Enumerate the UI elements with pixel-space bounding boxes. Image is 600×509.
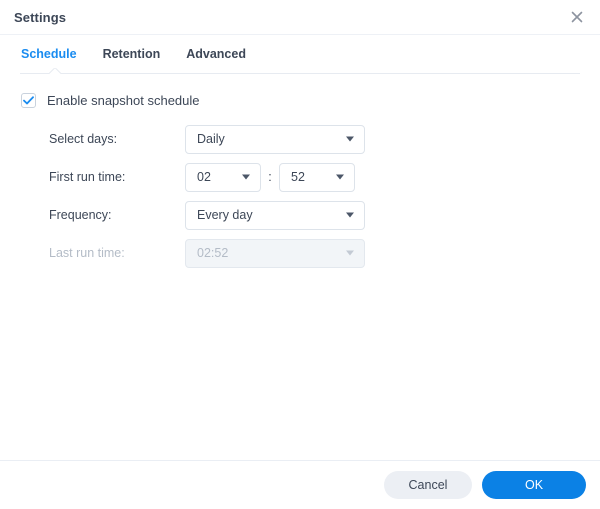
chevron-down-icon [242,174,250,180]
enable-snapshot-schedule-row[interactable]: Enable snapshot schedule [21,93,600,108]
frequency-dropdown[interactable]: Every day [185,200,365,230]
frequency-row: Frequency: Every day [49,200,600,230]
last-run-time-value: 02:52 [197,246,229,260]
dialog-footer: Cancel OK [0,460,600,509]
chevron-down-icon [336,174,344,180]
select-days-label: Select days: [49,132,118,146]
ok-button[interactable]: OK [482,471,586,499]
last-run-time-row: Last run time: 02:52 [49,238,600,268]
chevron-down-icon [346,212,354,218]
tab-bar: Schedule Retention Advanced [0,35,600,73]
first-run-hour-dropdown[interactable]: 02 [185,162,261,192]
first-run-time-label: First run time: [49,170,126,184]
first-run-minute-value: 52 [291,170,305,184]
dialog-title: Settings [14,9,67,25]
checkmark-icon [23,96,34,105]
tab-retention[interactable]: Retention [103,47,161,61]
frequency-value: Every day [197,208,253,222]
select-days-dropdown[interactable]: Daily [185,124,365,154]
tab-schedule[interactable]: Schedule [21,47,77,61]
select-days-row: Select days: Daily [49,124,600,154]
last-run-time-dropdown: 02:52 [185,238,365,268]
settings-dialog: Settings Schedule Retention Advanced Ena… [0,0,600,509]
frequency-label: Frequency: [49,208,112,222]
cancel-button[interactable]: Cancel [384,471,472,499]
first-run-time-row: First run time: 02 : 52 [49,162,600,192]
dialog-titlebar: Settings [0,0,600,35]
enable-snapshot-schedule-checkbox[interactable] [21,93,36,108]
enable-snapshot-schedule-label: Enable snapshot schedule [47,93,200,108]
time-separator: : [268,170,272,184]
select-days-value: Daily [197,132,225,146]
tab-advanced[interactable]: Advanced [186,47,246,61]
first-run-minute-dropdown[interactable]: 52 [279,162,355,192]
close-icon[interactable] [564,4,590,30]
schedule-form: Select days: Daily First run time: 02 : … [0,124,600,268]
chevron-down-icon [346,250,354,256]
last-run-time-label: Last run time: [49,246,125,260]
chevron-down-icon [346,136,354,142]
first-run-hour-value: 02 [197,170,211,184]
dialog-body: Enable snapshot schedule Select days: Da… [0,74,600,460]
